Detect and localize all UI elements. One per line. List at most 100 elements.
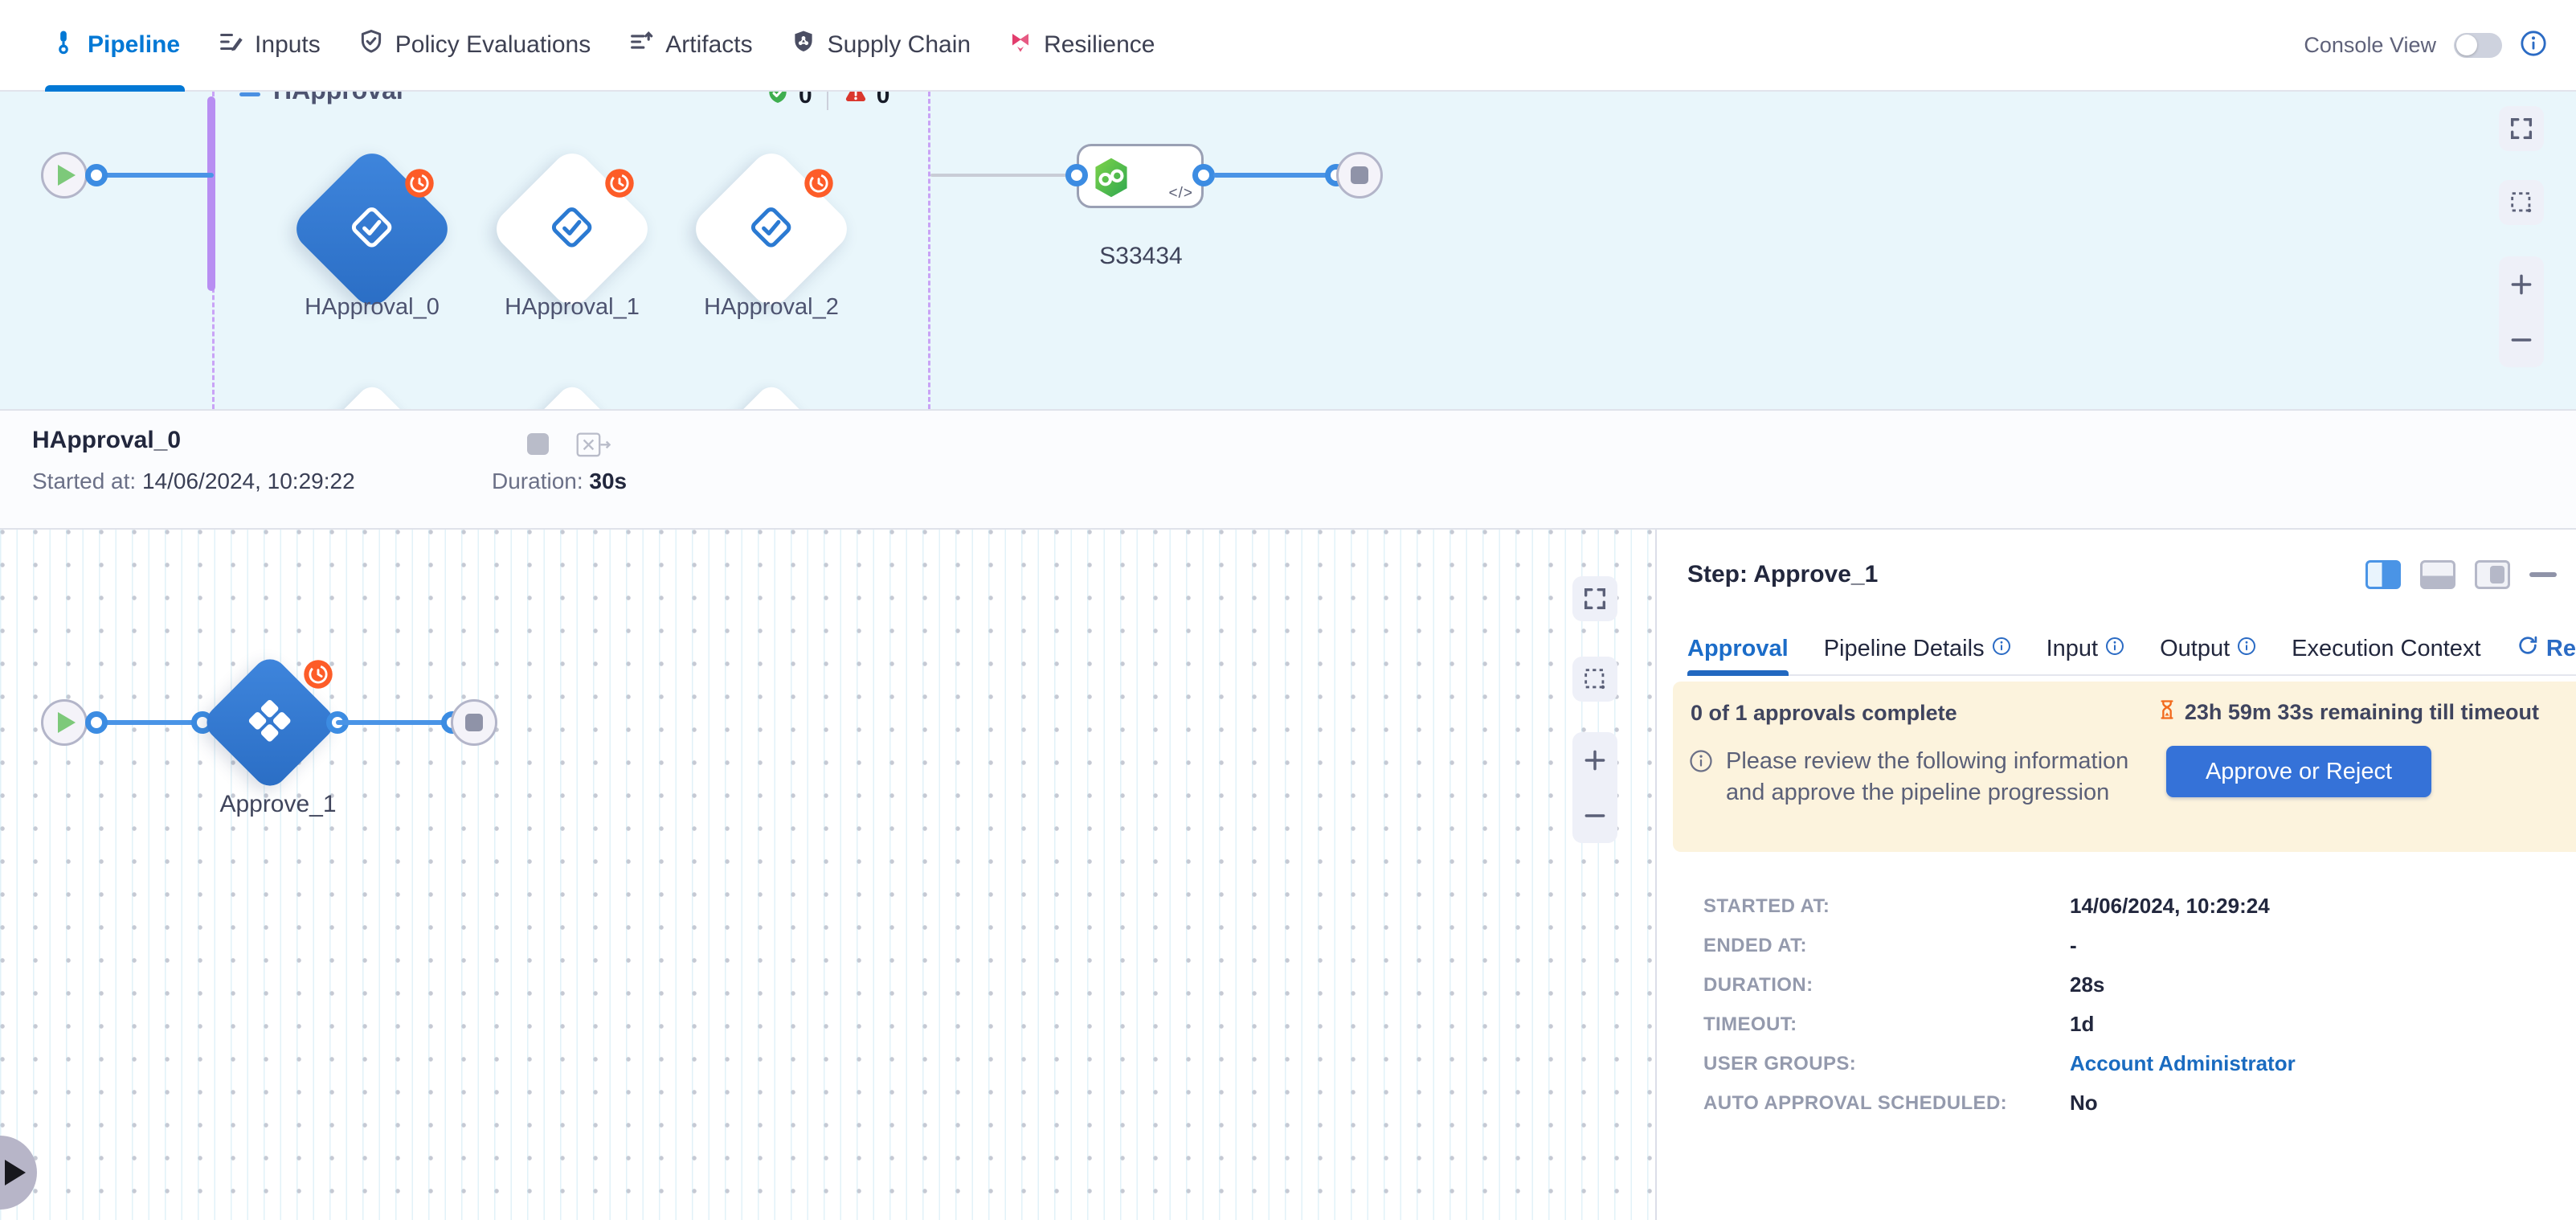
tab-inputs[interactable]: Inputs <box>217 0 321 90</box>
console-view-toggle[interactable] <box>2454 33 2502 58</box>
connector-line <box>96 720 205 725</box>
play-icon <box>58 712 76 733</box>
approval-progress: 0 of 1 approvals complete <box>1691 701 1957 726</box>
marquee-select-button[interactable] <box>2499 180 2544 225</box>
step-node-s33434[interactable]: </> <box>1077 144 1204 208</box>
stage-name[interactable]: HApproval <box>273 92 403 105</box>
step-summary-bar: HApproval_0 Started at: 14/06/2024, 10:2… <box>0 411 2576 530</box>
step-node-partial <box>315 381 428 411</box>
zoom-in-button[interactable] <box>2499 256 2544 312</box>
success-count: 0 <box>799 92 812 109</box>
pipeline-end-node[interactable] <box>1336 152 1383 199</box>
tab-label: Policy Evaluations <box>395 31 591 59</box>
started-value: 14/06/2024, 10:29:22 <box>142 469 355 493</box>
refresh-label: Re <box>2546 636 2576 662</box>
layout-floating-icon[interactable] <box>2475 560 2510 589</box>
expand-left-panel-handle[interactable] <box>0 1136 37 1210</box>
stop-icon <box>465 714 483 731</box>
resilience-chaos-icon <box>1008 29 1033 61</box>
duration-label: Duration: <box>492 469 583 493</box>
tab-label: Supply Chain <box>828 31 971 59</box>
success-shield-icon <box>765 92 791 110</box>
connector-port <box>1192 164 1215 186</box>
execution-end-node[interactable] <box>451 699 497 746</box>
approval-details: STARTED AT: 14/06/2024, 10:29:24 ENDED A… <box>1703 895 2296 1114</box>
tab-execution-context[interactable]: Execution Context <box>2292 623 2480 674</box>
summary-duration: Duration: 30s <box>492 469 627 494</box>
error-count: 0 <box>877 92 890 109</box>
policy-shield-icon <box>358 28 385 62</box>
zoom-out-button[interactable] <box>1572 788 1617 843</box>
tab-pipeline[interactable]: Pipeline <box>50 0 180 90</box>
tab-label: Execution Context <box>2292 636 2480 662</box>
tab-output[interactable]: Output <box>2160 623 2256 674</box>
bottom-split: Approve_1 Step: Approve_1 App <box>0 530 2576 1220</box>
skip-condition-icon[interactable] <box>575 432 612 463</box>
info-icon[interactable] <box>2105 636 2124 662</box>
refresh-button[interactable]: Re <box>2517 634 2576 663</box>
tab-label: Approval <box>1687 636 1789 662</box>
expand-arrow-icon <box>5 1160 26 1185</box>
tab-input[interactable]: Input <box>2046 623 2125 674</box>
user-groups-link[interactable]: Account Administrator <box>2070 1053 2296 1075</box>
stage-header: HApproval <box>239 92 403 105</box>
tab-label: Artifacts <box>665 31 752 59</box>
detail-label: ENDED AT: <box>1703 935 2070 956</box>
timeout-clock-badge[interactable] <box>803 168 834 199</box>
approval-step-icon <box>346 201 399 258</box>
layout-bottom-icon[interactable] <box>2420 560 2455 589</box>
toggle-knob <box>2456 35 2477 55</box>
tab-label: Output <box>2160 636 2230 662</box>
info-icon[interactable] <box>2237 636 2256 662</box>
approve-or-reject-button[interactable]: Approve or Reject <box>2166 746 2431 797</box>
stage-boundary-right <box>928 92 930 409</box>
code-glyph: </> <box>1169 185 1193 203</box>
tab-approval[interactable]: Approval <box>1687 623 1789 674</box>
message-line: and approve the pipeline progression <box>1726 777 2189 809</box>
fullscreen-button[interactable] <box>1572 576 1617 621</box>
tab-policy-evaluations[interactable]: Policy Evaluations <box>358 0 591 90</box>
summary-started-at: Started at: 14/06/2024, 10:29:22 <box>32 469 355 494</box>
tab-supply-chain[interactable]: Supply Chain <box>790 0 971 90</box>
info-icon[interactable] <box>2520 30 2547 61</box>
timeout-clock-badge[interactable] <box>604 168 635 199</box>
minimize-panel-icon[interactable] <box>2529 572 2557 577</box>
console-view-label: Console View <box>2304 33 2436 58</box>
zoom-controls <box>1572 732 1617 843</box>
tab-artifacts[interactable]: Artifacts <box>628 0 752 90</box>
nav-right: Console View <box>2304 30 2547 61</box>
collapse-stage-icon[interactable] <box>239 92 260 96</box>
top-nav: Pipeline Inputs Policy Evaluations Artif… <box>0 0 2576 92</box>
info-icon[interactable] <box>1992 636 2011 662</box>
detail-label: AUTO APPROVAL SCHEDULED: <box>1703 1092 2070 1114</box>
detail-value: 14/06/2024, 10:29:24 <box>2070 895 2296 917</box>
message-line: Please review the following information <box>1726 746 2189 777</box>
tab-label: Pipeline <box>88 31 180 59</box>
harness-logo-icon <box>1090 156 1133 203</box>
layout-right-icon[interactable] <box>2365 560 2401 589</box>
connector-port <box>85 164 108 186</box>
tab-pipeline-details[interactable]: Pipeline Details <box>1824 623 2011 674</box>
timeout-clock-badge[interactable] <box>303 659 333 690</box>
execution-graph: Approve_1 <box>0 530 1657 1220</box>
tab-resilience[interactable]: Resilience <box>1008 0 1155 90</box>
artifacts-icon <box>628 28 655 62</box>
zoom-in-button[interactable] <box>1572 732 1617 788</box>
approval-banner: 0 of 1 approvals complete 23h 59m 33s re… <box>1673 682 2576 852</box>
fullscreen-button[interactable] <box>2499 106 2544 151</box>
timeout-clock-badge[interactable] <box>404 168 435 199</box>
tab-label: Inputs <box>255 31 321 59</box>
step-label: HApproval_0 <box>268 294 476 321</box>
status-square-icon[interactable] <box>527 433 549 455</box>
step-details-panel: Step: Approve_1 Approval Pipeline Detail… <box>1657 530 2576 1220</box>
approval-step-icon <box>745 201 798 258</box>
execution-start-node[interactable] <box>41 699 88 746</box>
zoom-out-button[interactable] <box>2499 312 2544 367</box>
connector-port <box>1065 164 1088 186</box>
refresh-icon <box>2517 634 2539 663</box>
marquee-select-button[interactable] <box>1572 657 1617 702</box>
detail-label: TIMEOUT: <box>1703 1013 2070 1035</box>
detail-label: USER GROUPS: <box>1703 1053 2070 1075</box>
pipeline-start-node[interactable] <box>41 152 88 199</box>
panel-tabs: Approval Pipeline Details Input Output E… <box>1687 623 2576 676</box>
